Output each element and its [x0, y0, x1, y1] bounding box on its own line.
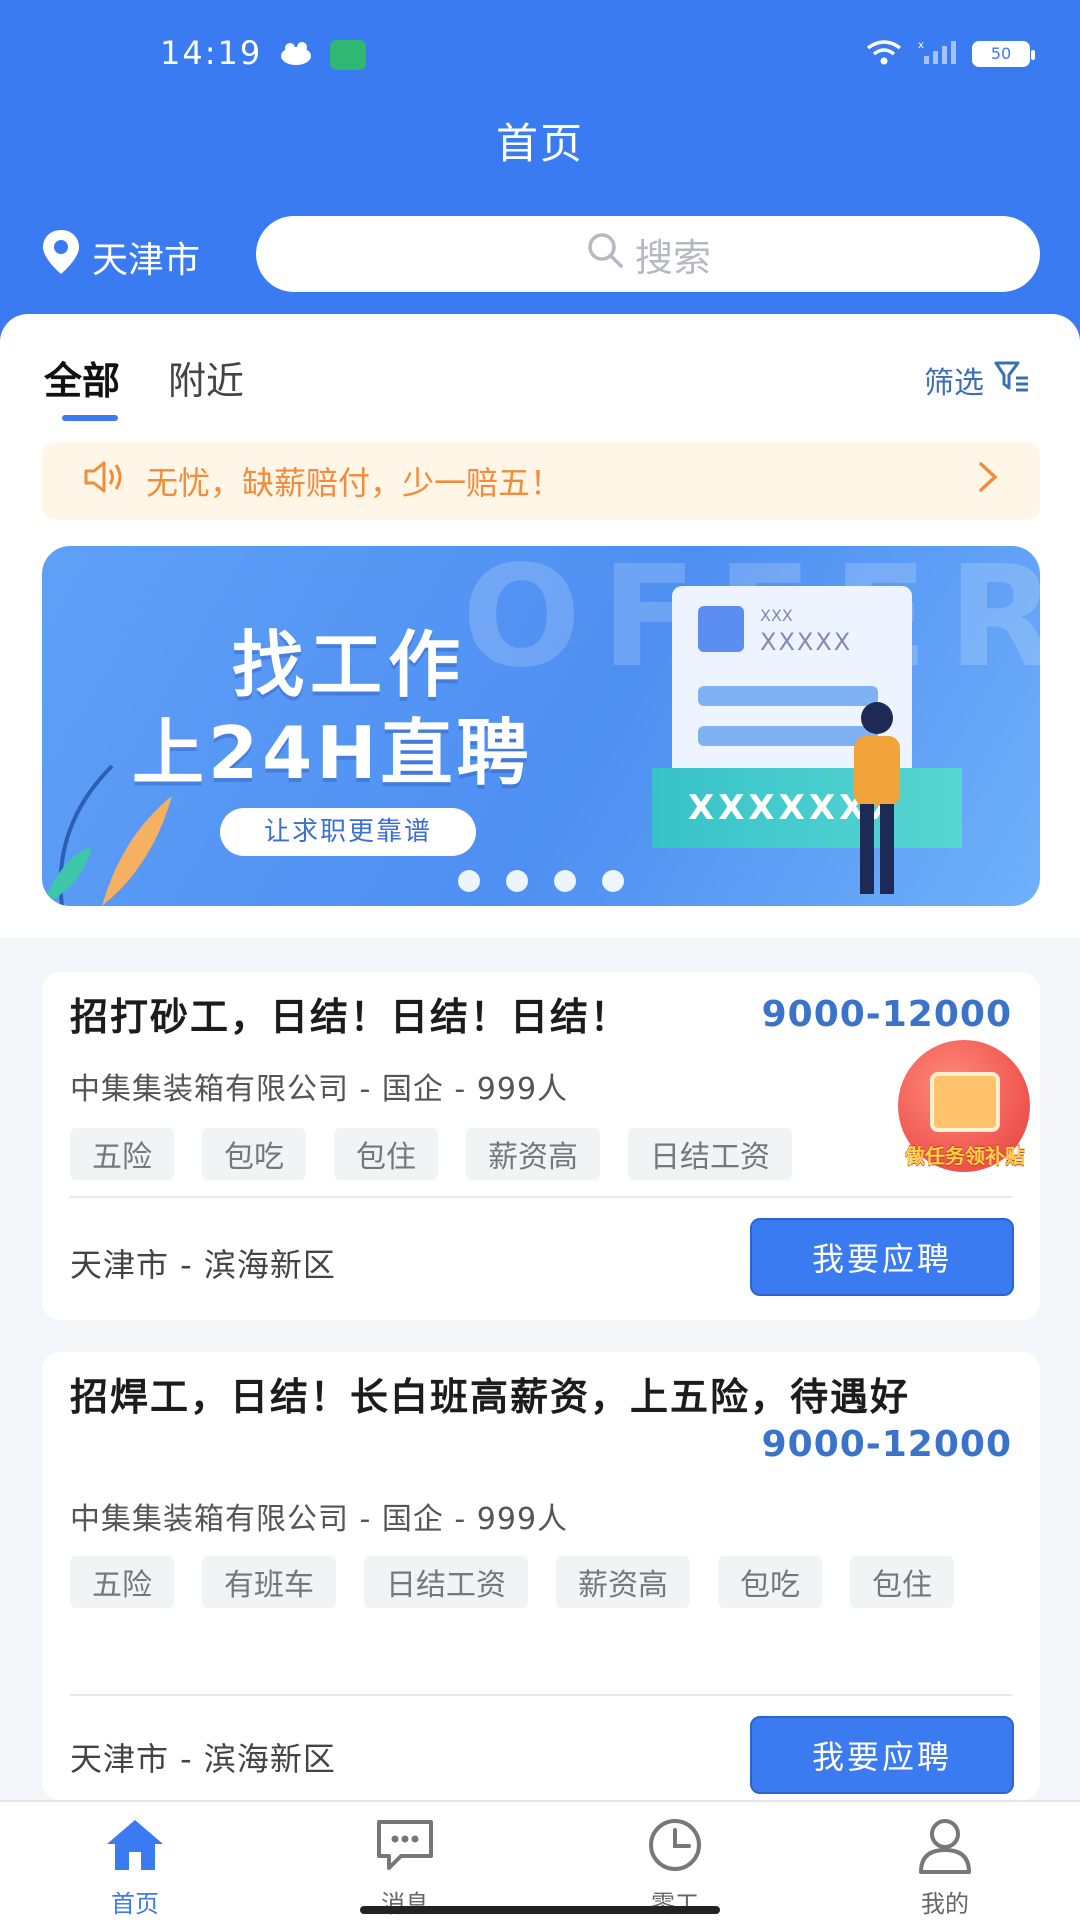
job-tag: 包住 — [850, 1556, 954, 1608]
filter-button[interactable]: 筛选 — [924, 358, 1030, 402]
job-tag: 薪资高 — [466, 1128, 600, 1180]
gift-label: 做任务领补贴 — [905, 1144, 1025, 1168]
job-tags: 五险 包吃 包住 薪资高 日结工资 — [70, 1128, 1010, 1180]
location-pin-icon — [40, 228, 82, 285]
home-indicator — [360, 1906, 720, 1914]
notification-shop-icon — [330, 40, 366, 70]
bottom-nav: 首页 消息 零工 我的 — [0, 1800, 1080, 1920]
location-label: 天津市 — [92, 239, 201, 281]
notice-text: 无忧，缺薪赔付，少一赔五！ — [146, 464, 563, 502]
person-illustration — [854, 702, 900, 894]
carousel-dot[interactable] — [458, 870, 480, 892]
nav-label: 我的 — [921, 1890, 969, 1918]
banner-slogan: 让求职更靠谱 — [220, 808, 476, 856]
job-salary: 9000-12000 — [761, 1424, 1012, 1465]
job-tag: 包吃 — [202, 1128, 306, 1180]
user-icon — [913, 1816, 977, 1880]
job-company: 中集集装箱有限公司 - 国企 - 999人 — [70, 1502, 569, 1537]
resume-avatar-icon — [698, 606, 744, 652]
job-title: 招打砂工，日结！日结！日结！ — [70, 995, 631, 1039]
job-tag: 五险 — [70, 1128, 174, 1180]
job-salary: 9000-12000 — [761, 994, 1012, 1035]
banner-headline-2: 上24H直聘 — [132, 711, 533, 795]
home-icon — [103, 1816, 167, 1880]
job-tag: 日结工资 — [364, 1556, 528, 1608]
search-icon — [585, 230, 625, 279]
status-time: 14:19 — [160, 34, 263, 72]
search-input[interactable]: 搜索 — [256, 216, 1040, 292]
svg-text:x: x — [918, 40, 924, 51]
nav-label: 首页 — [111, 1890, 159, 1918]
tab-all[interactable]: 全部 — [44, 350, 120, 421]
promo-banner[interactable]: OFFER 找工作 上24H直聘 让求职更靠谱 XXX XXXXX XXXXXX… — [42, 546, 1040, 906]
search-placeholder: 搜索 — [634, 235, 711, 280]
job-tag: 包吃 — [718, 1556, 822, 1608]
carousel-dot[interactable] — [602, 870, 624, 892]
filter-label: 筛选 — [924, 366, 984, 401]
job-company: 中集集装箱有限公司 - 国企 - 999人 — [70, 1072, 569, 1107]
carousel-dot[interactable] — [554, 870, 576, 892]
job-tag: 日结工资 — [628, 1128, 792, 1180]
job-tag: 包住 — [334, 1128, 438, 1180]
content-panel: 全部 附近 筛选 无忧，缺薪赔付，少一赔五！ OFFER 找工作 上24H直聘 … — [0, 314, 1080, 938]
carousel-dots — [458, 870, 624, 892]
job-tags: 五险 有班车 日结工资 薪资高 包吃 包住 — [70, 1556, 1010, 1608]
tab-nearby[interactable]: 附近 — [168, 350, 244, 405]
status-right: x 50 — [864, 38, 1035, 70]
notice-bar[interactable]: 无忧，缺薪赔付，少一赔五！ — [42, 442, 1040, 520]
resume-name-text: XXXXX — [760, 628, 853, 656]
tab-bar: 全部 附近 — [44, 350, 244, 421]
job-address: 天津市 - 滨海新区 — [70, 1246, 336, 1284]
apply-button[interactable]: 我要应聘 — [750, 1716, 1014, 1794]
notification-app-icon — [278, 38, 314, 68]
job-card[interactable]: 招焊工，日结！长白班高薪资，上五险，待遇好 9000-12000 中集集装箱有限… — [42, 1352, 1040, 1800]
chevron-right-icon — [976, 460, 1000, 503]
resume-small-text: XXX — [760, 606, 793, 625]
apply-button[interactable]: 我要应聘 — [750, 1218, 1014, 1296]
card-divider — [70, 1196, 1012, 1198]
message-icon — [373, 1816, 437, 1880]
gift-box-icon — [930, 1072, 1000, 1132]
nav-item-profile[interactable]: 我的 — [810, 1802, 1080, 1920]
nav-item-gig[interactable]: 零工 — [540, 1802, 810, 1920]
job-tag: 薪资高 — [556, 1556, 690, 1608]
job-tag: 五险 — [70, 1556, 174, 1608]
signal-icon: x — [918, 38, 958, 70]
battery-icon: 50 — [972, 41, 1035, 67]
location-selector[interactable]: 天津市 — [40, 228, 200, 285]
job-title: 招焊工，日结！长白班高薪资，上五险，待遇好 — [70, 1375, 911, 1419]
status-bar: 14:19 x 50 — [0, 0, 1080, 110]
task-reward-float[interactable]: 做任务领补贴 — [880, 1040, 1050, 1180]
nav-item-messages[interactable]: 消息 — [270, 1802, 540, 1920]
job-tag: 有班车 — [202, 1556, 336, 1608]
wifi-icon — [864, 38, 904, 70]
job-address: 天津市 - 滨海新区 — [70, 1740, 336, 1778]
speaker-icon — [82, 459, 128, 503]
filter-icon — [994, 360, 1030, 400]
clock-icon — [643, 1816, 707, 1880]
page-title: 首页 — [495, 119, 584, 168]
carousel-dot[interactable] — [506, 870, 528, 892]
card-divider — [70, 1694, 1012, 1696]
nav-item-home[interactable]: 首页 — [0, 1802, 270, 1920]
header: 14:19 x 50 首页 天津市 搜索 — [0, 0, 1080, 340]
